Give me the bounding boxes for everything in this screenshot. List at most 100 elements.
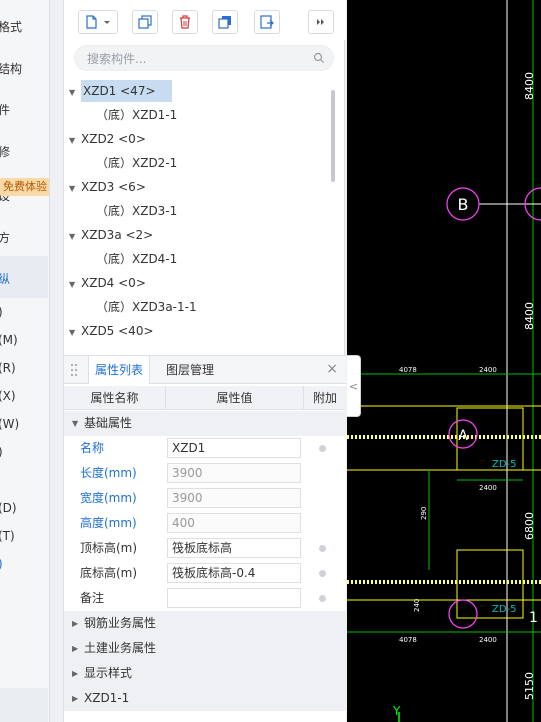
left-nav-item[interactable]: 格式 (0, 18, 22, 35)
group-basic-properties[interactable]: ▼ 基础属性 (64, 411, 346, 436)
tree-item-label: XZD3 <6> (81, 180, 146, 194)
left-nav-item[interactable]: ) (0, 305, 3, 319)
property-value-field[interactable]: 3900 (167, 488, 301, 508)
group-civil-properties[interactable]: ▶ 土建业务属性 (64, 636, 346, 661)
tree-collapse-icon[interactable]: ▼ (69, 178, 79, 200)
component-search-box[interactable] (74, 45, 334, 71)
property-value-field[interactable]: 3900 (167, 463, 301, 483)
group-label: 显示样式 (84, 666, 133, 680)
tree-item-label: XZD2 <0> (81, 132, 146, 146)
delete-component-button[interactable] (172, 10, 198, 34)
dim-text: 2400 (479, 484, 497, 492)
tree-item-child[interactable]: （底）XZD4-1 (64, 248, 177, 270)
left-nav-item[interactable]: 纵 (0, 270, 10, 287)
expand-arrow-icon: ▶ (72, 694, 79, 703)
left-nav-item[interactable]: (M) (0, 333, 18, 347)
layer-copy-icon (218, 16, 231, 29)
property-value-field[interactable] (167, 588, 301, 608)
extra-indicator-icon[interactable] (319, 545, 326, 552)
property-name: 名称 (80, 441, 105, 455)
left-nav-item[interactable]: 修 (0, 143, 10, 160)
property-name: 备注 (80, 591, 105, 605)
property-row: 高度(mm) 400 (64, 511, 346, 536)
tree-item-parent[interactable]: ▼ XZD3 <6> (64, 176, 146, 198)
tree-scrollbar[interactable] (331, 90, 335, 182)
column-tag: ZD-5 (492, 459, 517, 470)
left-nav-item[interactable]: 件 (0, 101, 10, 118)
tree-item-child[interactable]: （底）XZD3a-1-1 (64, 296, 197, 318)
group-rebar-properties[interactable]: ▶ 钢筋业务属性 (64, 611, 346, 636)
left-nav-item[interactable]: (D) (0, 501, 17, 515)
left-nav-item[interactable]: ) (0, 557, 3, 571)
left-nav-item[interactable]: 方 (0, 229, 10, 246)
dim-text: 4078 (399, 366, 417, 374)
group-sub-component[interactable]: ▶ XZD1-1 (64, 686, 346, 711)
property-name: 长度(mm) (80, 466, 137, 480)
header-property-name: 属性名称 (64, 386, 166, 410)
export-button[interactable] (254, 10, 280, 34)
tab-layer-management[interactable]: 图层管理 (160, 356, 220, 384)
tree-collapse-icon[interactable]: ▼ (69, 82, 79, 104)
delete-icon (180, 15, 190, 29)
property-value-field[interactable]: 400 (167, 513, 301, 533)
close-icon[interactable]: × (326, 361, 338, 377)
left-nav-item[interactable]: (X) (0, 389, 16, 403)
tree-item-child[interactable]: （底）XZD1-1 (64, 104, 177, 126)
component-search-input[interactable] (87, 50, 307, 68)
new-component-icon (86, 15, 110, 29)
left-nav-item[interactable]: (R) (0, 361, 16, 375)
panel-collapse-handle[interactable]: < (347, 355, 361, 417)
tree-item-parent[interactable]: ▼ XZD4 <0> (64, 272, 146, 294)
free-trial-badge[interactable]: 免费体验 (0, 178, 49, 196)
property-tabs: 属性列表 图层管理 × (64, 356, 346, 384)
header-property-value: 属性值 (166, 386, 304, 410)
extra-indicator-icon[interactable] (319, 445, 326, 452)
dim-text: 6800 (523, 512, 536, 540)
property-name: 底标高(m) (80, 566, 138, 580)
group-label: 钢筋业务属性 (84, 616, 157, 630)
property-table-header: 属性名称 属性值 附加 (64, 386, 346, 410)
group-label: 基础属性 (84, 416, 133, 430)
tree-item-parent[interactable]: ▼ XZD2 <0> (64, 128, 146, 150)
tree-collapse-icon[interactable]: ▼ (69, 226, 79, 248)
left-nav-item[interactable]: (W) (0, 417, 19, 431)
property-value-field[interactable]: XZD1 (167, 438, 301, 458)
property-value-field[interactable]: 筏板底标高 (167, 538, 301, 558)
extra-indicator-icon[interactable] (319, 595, 326, 602)
left-nav-item[interactable]: (T) (0, 529, 15, 543)
drag-grip-icon[interactable] (70, 363, 78, 377)
expand-arrow-icon: ▶ (72, 644, 79, 653)
cad-drawing-canvas[interactable]: B 4078 2400 A ZD-5 2400 290 6800 8400 84… (347, 0, 541, 722)
dim-text: 240 (413, 599, 421, 612)
expand-icon (317, 19, 324, 25)
left-navigation-strip: 格式结构件修设方纵)(M)(R)(X)(W))(D)(T))汇 免费体验 (0, 0, 50, 722)
search-icon[interactable] (313, 52, 325, 64)
axis-label-b: B (458, 195, 469, 214)
new-component-button[interactable] (78, 10, 118, 34)
axis-label-1: 1 (529, 610, 538, 626)
group-display-style[interactable]: ▶ 显示样式 (64, 661, 346, 686)
group-label: XZD1-1 (84, 691, 130, 705)
tree-item-child[interactable]: （底）XZD2-1 (64, 152, 177, 174)
tree-item-parent[interactable]: ▼ XZD3a <2> (64, 224, 153, 246)
tree-item-parent[interactable]: ▼ XZD1 <47> (64, 80, 172, 102)
dim-text: 5150 (523, 672, 536, 700)
tree-collapse-icon[interactable]: ▼ (69, 274, 79, 296)
column-tag: ZD-5 (492, 604, 517, 615)
tree-item-child[interactable]: （底）XZD3-1 (64, 200, 177, 222)
layer-copy-button[interactable] (212, 10, 238, 34)
extra-indicator-icon[interactable] (319, 570, 326, 577)
tree-item-label: XZD3a <2> (81, 228, 154, 242)
left-nav-item[interactable]: ) (0, 445, 3, 459)
left-nav-item[interactable]: 结构 (0, 60, 22, 77)
tab-property-list[interactable]: 属性列表 (88, 356, 151, 384)
collapse-arrow-icon: ▼ (72, 419, 79, 428)
tree-item-label: XZD4 <0> (81, 276, 146, 290)
tree-item-parent[interactable]: ▼ XZD5 <40> (64, 320, 154, 342)
toolbar-more-button[interactable] (308, 10, 334, 34)
tree-collapse-icon[interactable]: ▼ (69, 322, 79, 342)
property-name: 高度(mm) (80, 516, 137, 530)
tree-collapse-icon[interactable]: ▼ (69, 130, 79, 152)
property-value-field[interactable]: 筏板底标高-0.4 (167, 563, 301, 583)
copy-component-button[interactable] (132, 10, 158, 34)
